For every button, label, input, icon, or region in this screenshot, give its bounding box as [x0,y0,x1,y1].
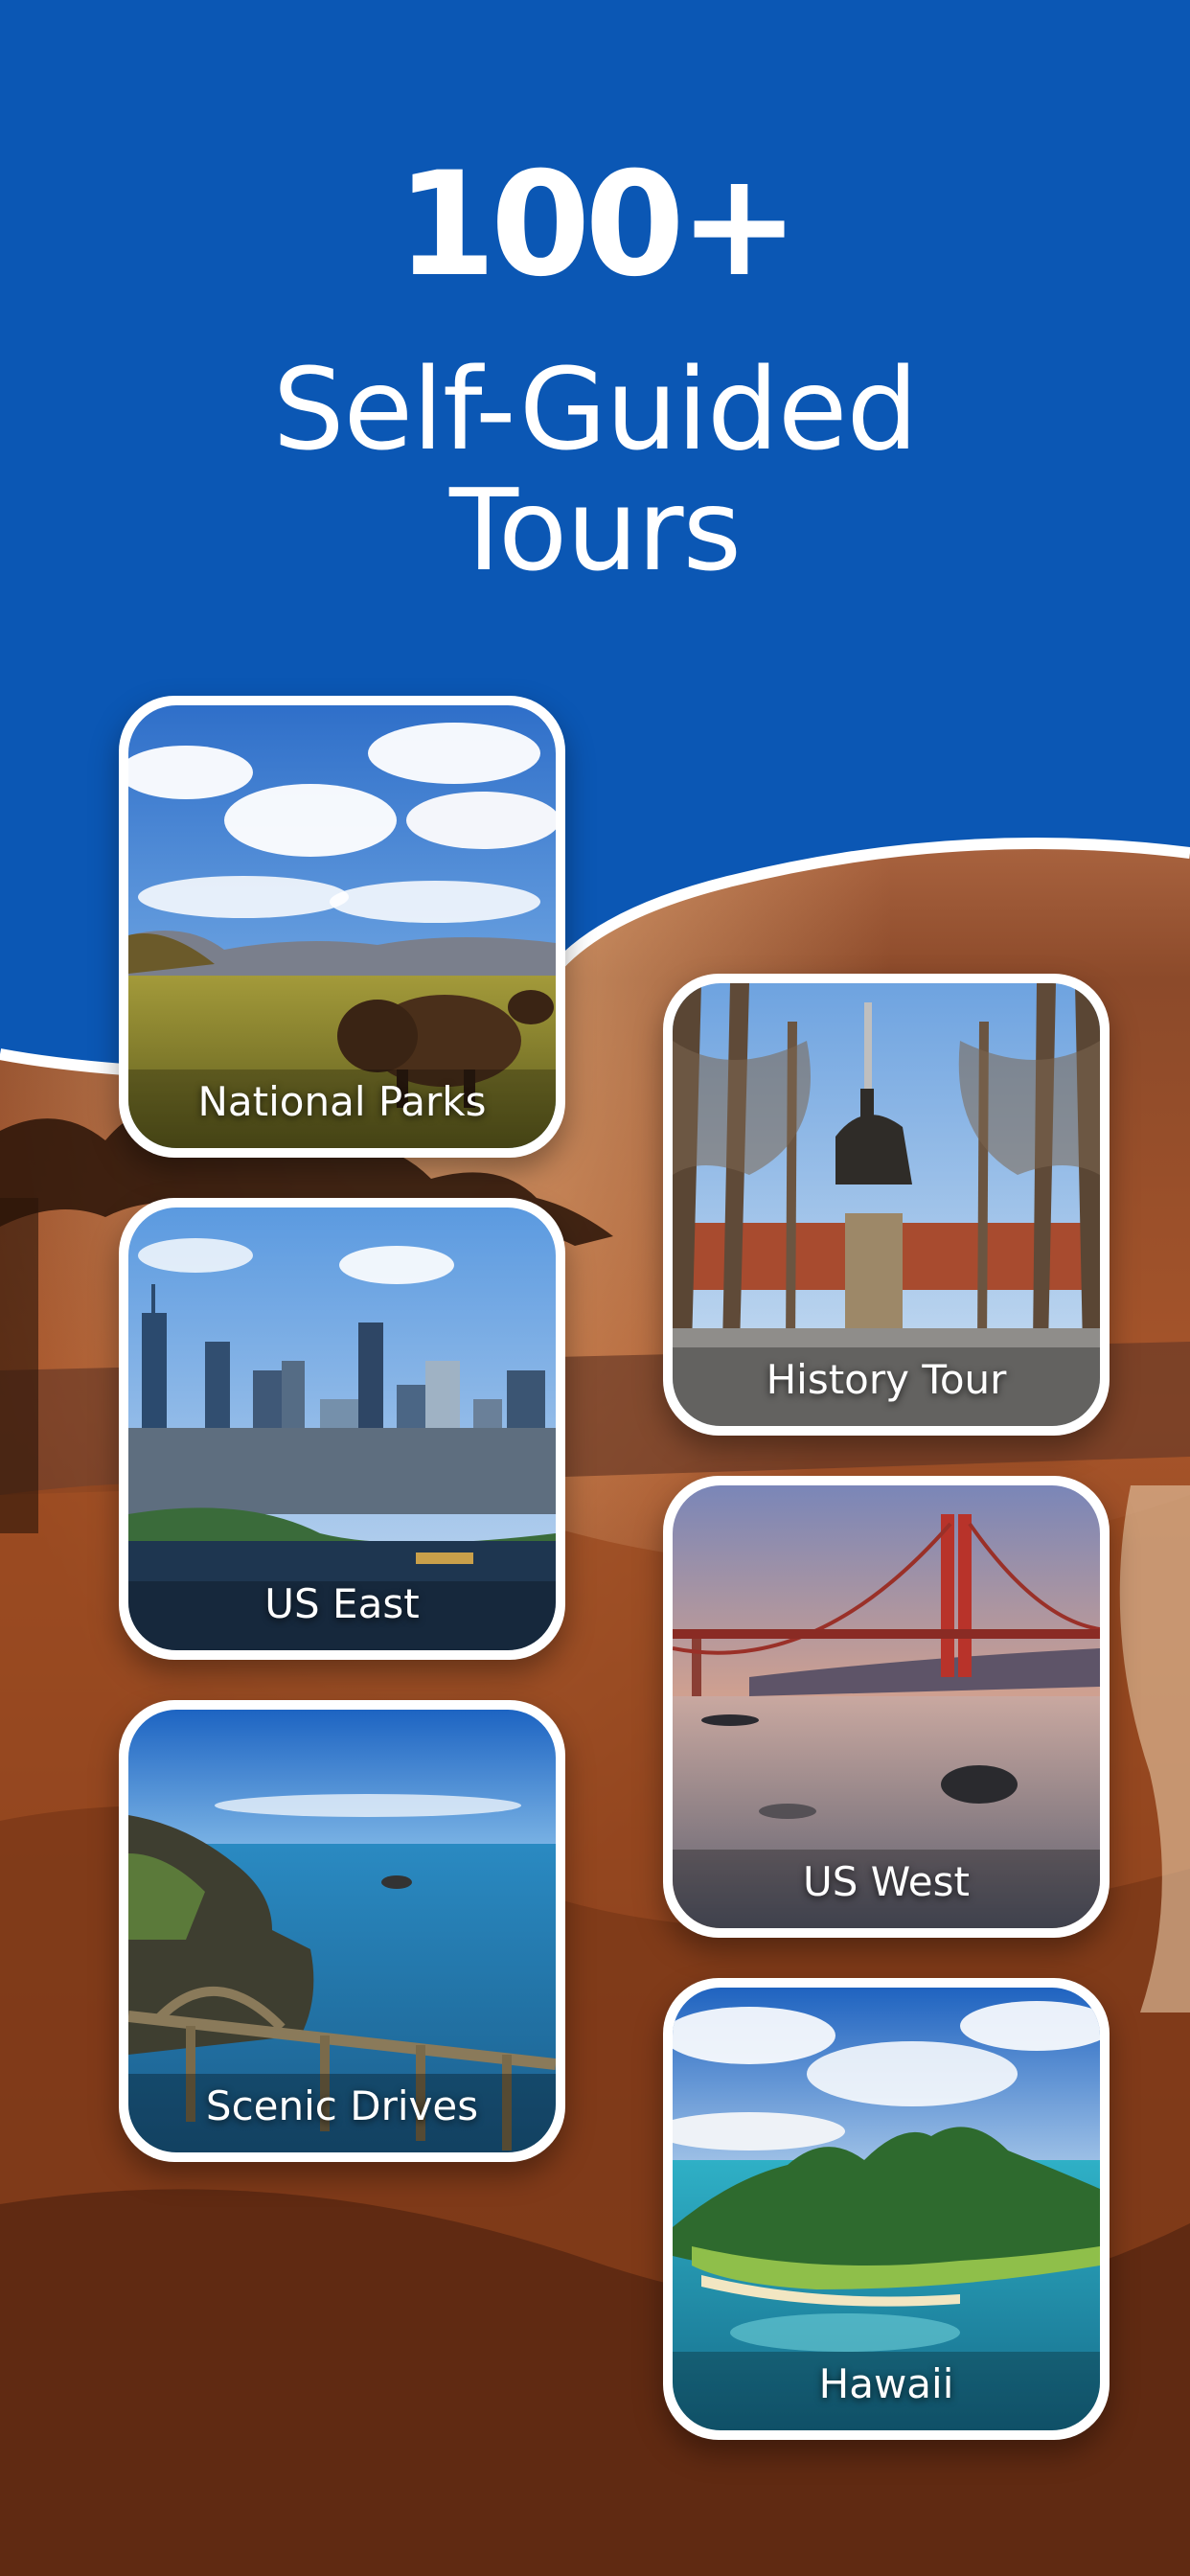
headline-line-1: Self-Guided [272,343,919,475]
tour-count-heading: 100+ [396,142,800,309]
headline-line-2: Tours [448,464,742,596]
tour-card-label: US East [264,1580,420,1627]
tour-card-label: Hawaii [818,2360,954,2407]
tour-card-label: Scenic Drives [205,2082,479,2129]
tour-card-scenic-drives[interactable]: Scenic Drives [119,1700,565,2162]
tour-card-history-tour[interactable]: History Tour [663,974,1110,1436]
tour-card-us-east[interactable]: US East [119,1198,565,1660]
tour-card-label: US West [802,1858,970,1905]
tour-card-us-west[interactable]: US West [663,1476,1110,1938]
tour-card-label: History Tour [766,1356,1007,1403]
tour-card-hawaii[interactable]: Hawaii [663,1978,1110,2440]
tour-card-label: National Parks [197,1078,487,1125]
tour-card-national-parks[interactable]: National Parks [119,696,565,1158]
